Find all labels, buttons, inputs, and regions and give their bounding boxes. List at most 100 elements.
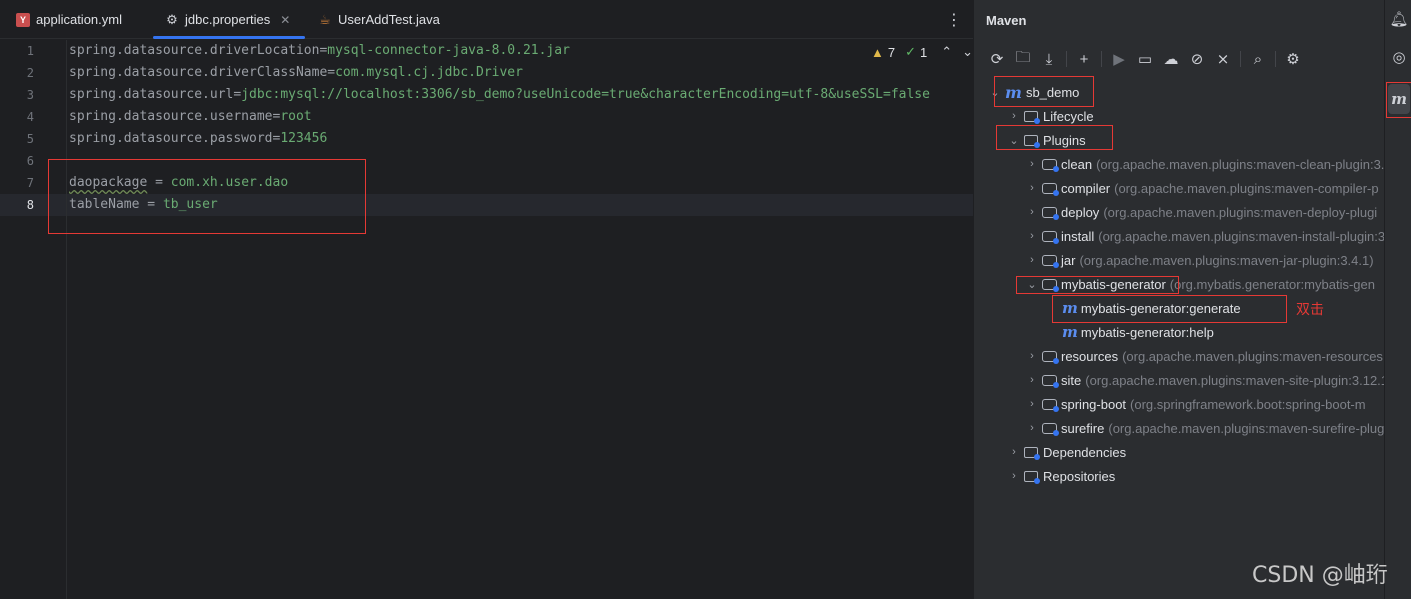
node-label: Lifecycle: [1043, 108, 1094, 124]
chevron-right-icon[interactable]: ›: [1025, 158, 1039, 170]
add-folder-icon[interactable]: 🗀: [1010, 48, 1036, 70]
toolbar-divider: [1240, 51, 1241, 67]
run-icon[interactable]: ▶: [1106, 48, 1132, 70]
tree-node-plugin[interactable]: › clean (org.apache.maven.plugins:maven-…: [1025, 152, 1384, 176]
plus-icon[interactable]: +: [1071, 48, 1097, 70]
analyze-icon[interactable]: ⌕: [1245, 48, 1271, 70]
tree-node-goal-help[interactable]: m mybatis-generator:help: [1062, 320, 1214, 344]
line-number: 3: [26, 88, 34, 102]
plugin-coordinates: (org.apache.maven.plugins:maven-resource…: [1122, 348, 1383, 364]
plugin-name: surefire: [1061, 420, 1105, 436]
editor-pane: Y application.yml ⚙ jdbc.properties ✕ ☕ …: [0, 0, 973, 599]
chevron-right-icon[interactable]: ›: [1007, 470, 1021, 482]
code-line[interactable]: spring.datasource.password=123456: [69, 128, 327, 150]
folder-icon: [1024, 446, 1040, 460]
offline-icon[interactable]: ☁: [1158, 48, 1184, 70]
property-value: root: [280, 109, 312, 124]
property-value: jdbc:mysql://localhost:3306/sb_demo?useU…: [241, 87, 930, 102]
code-line[interactable]: spring.datasource.driverClassName=com.my…: [69, 62, 523, 84]
tree-node-plugin[interactable]: › deploy (org.apache.maven.plugins:maven…: [1025, 200, 1377, 224]
chevron-up-icon[interactable]: ⌃: [941, 44, 952, 60]
tree-node-plugin[interactable]: › site (org.apache.maven.plugins:maven-s…: [1025, 368, 1388, 392]
goal-label: mybatis-generator:help: [1080, 324, 1214, 340]
check-icon: ✓: [905, 44, 917, 59]
line-number: 2: [26, 66, 34, 80]
line-number: 1: [26, 44, 34, 58]
double-click-annotation: 双击: [1296, 301, 1324, 317]
chevron-right-icon[interactable]: ›: [1025, 350, 1039, 362]
folder-icon: [1024, 470, 1040, 484]
plugin-icon: [1042, 350, 1059, 364]
tree-node-dependencies[interactable]: › Dependencies: [1007, 440, 1126, 464]
line-number: 8: [26, 198, 34, 212]
chevron-right-icon[interactable]: ›: [1025, 206, 1039, 218]
code-line[interactable]: spring.datasource.driverLocation=mysql-c…: [69, 40, 570, 62]
code-line[interactable]: spring.datasource.url=jdbc:mysql://local…: [69, 84, 930, 106]
more-options-icon[interactable]: ⋮: [946, 10, 962, 30]
tree-node-plugin[interactable]: › resources (org.apache.maven.plugins:ma…: [1025, 344, 1383, 368]
property-key: spring.datasource.password: [69, 131, 273, 146]
maven-tool-window: Maven ⟳ 🗀 ⤓ + ▶ ▭ ☁ ⊘ ⨯ ⌕ ⚙ ⌄ m sb_demo …: [973, 0, 1388, 599]
inspection-widget[interactable]: ▲ 7 ✓ 1 ⌃ ⌄: [871, 44, 977, 60]
chevron-right-icon[interactable]: ›: [1025, 182, 1039, 194]
chevron-down-icon[interactable]: ⌄: [962, 44, 973, 60]
tab-application-yml[interactable]: Y application.yml: [16, 0, 122, 39]
property-value: com.mysql.cj.jdbc.Driver: [335, 65, 523, 80]
ai-assistant-icon[interactable]: ◎: [1388, 46, 1410, 68]
gear-icon: ⚙: [166, 11, 178, 27]
code-line[interactable]: spring.datasource.username=root: [69, 106, 312, 128]
plugin-coordinates: (org.apache.maven.plugins:maven-site-plu…: [1085, 372, 1389, 388]
settings-icon[interactable]: ⚙: [1280, 48, 1306, 70]
node-label: Dependencies: [1043, 444, 1127, 460]
plugin-icon: [1042, 254, 1059, 268]
chevron-right-icon[interactable]: ›: [1007, 110, 1021, 122]
line-number: 6: [26, 154, 34, 168]
plugin-coordinates: (org.apache.maven.plugins:maven-jar-plug…: [1079, 252, 1374, 268]
plugin-icon: [1042, 182, 1059, 196]
close-icon[interactable]: ✕: [280, 13, 290, 27]
plugin-icon: [1042, 422, 1059, 436]
tree-node-plugin[interactable]: › jar (org.apache.maven.plugins:maven-ja…: [1025, 248, 1374, 272]
highlight-box: [1386, 82, 1411, 118]
property-key: spring.datasource.url: [69, 87, 234, 102]
skip-tests-icon[interactable]: ⊘: [1184, 48, 1210, 70]
tab-jdbc-properties[interactable]: ⚙ jdbc.properties ✕: [153, 0, 305, 39]
highlight-box: [996, 125, 1113, 150]
reload-icon[interactable]: ⟳: [984, 48, 1010, 70]
editor-tab-bar: Y application.yml ⚙ jdbc.properties ✕ ☕ …: [0, 0, 973, 39]
plugin-coordinates: (org.apache.maven.plugins:maven-surefire…: [1108, 420, 1385, 436]
plugin-coordinates: (org.apache.maven.plugins:maven-clean-pl…: [1096, 156, 1385, 172]
plugin-coordinates: (org.mybatis.generator:mybatis-gen: [1169, 276, 1375, 292]
watermark: CSDN @岫珩: [1252, 563, 1388, 588]
highlight-box: [994, 76, 1094, 107]
notifications-icon[interactable]: 🔔︎: [1388, 8, 1410, 30]
tree-node-plugin[interactable]: › surefire (org.apache.maven.plugins:mav…: [1025, 416, 1384, 440]
tree-node-plugin[interactable]: › spring-boot (org.springframework.boot:…: [1025, 392, 1366, 416]
plugin-name: site: [1061, 372, 1082, 388]
toolbar-divider: [1066, 51, 1067, 67]
chevron-right-icon[interactable]: ›: [1025, 230, 1039, 242]
plugin-name: deploy: [1061, 204, 1100, 220]
run-config-icon[interactable]: ▭: [1132, 48, 1158, 70]
plugin-name: spring-boot: [1061, 396, 1127, 412]
tree-node-plugin[interactable]: › compiler (org.apache.maven.plugins:mav…: [1025, 176, 1379, 200]
java-file-icon: ☕: [319, 11, 331, 27]
plugin-icon: [1042, 230, 1059, 244]
tree-node-plugin[interactable]: › install (org.apache.maven.plugins:mave…: [1025, 224, 1385, 248]
chevron-right-icon[interactable]: ›: [1025, 374, 1039, 386]
collapse-all-icon[interactable]: ⨯: [1210, 48, 1236, 70]
right-tool-strip: 🔔︎ ◎ m: [1384, 0, 1411, 599]
plugin-icon: [1042, 158, 1059, 172]
plugin-coordinates: (org.apache.maven.plugins:maven-install-…: [1098, 228, 1386, 244]
tree-node-repositories[interactable]: › Repositories: [1007, 464, 1115, 488]
chevron-right-icon[interactable]: ›: [1025, 422, 1039, 434]
property-separator: =: [327, 65, 336, 80]
download-icon[interactable]: ⤓: [1036, 48, 1062, 70]
warning-count: 7: [887, 44, 896, 60]
tab-useraddtest-java[interactable]: ☕ UserAddTest.java: [318, 0, 440, 39]
tab-label: UserAddTest.java: [338, 12, 440, 27]
chevron-right-icon[interactable]: ›: [1007, 446, 1021, 458]
chevron-right-icon[interactable]: ›: [1025, 254, 1039, 266]
chevron-right-icon[interactable]: ›: [1025, 398, 1039, 410]
property-key: spring.datasource.driverLocation: [69, 43, 320, 58]
